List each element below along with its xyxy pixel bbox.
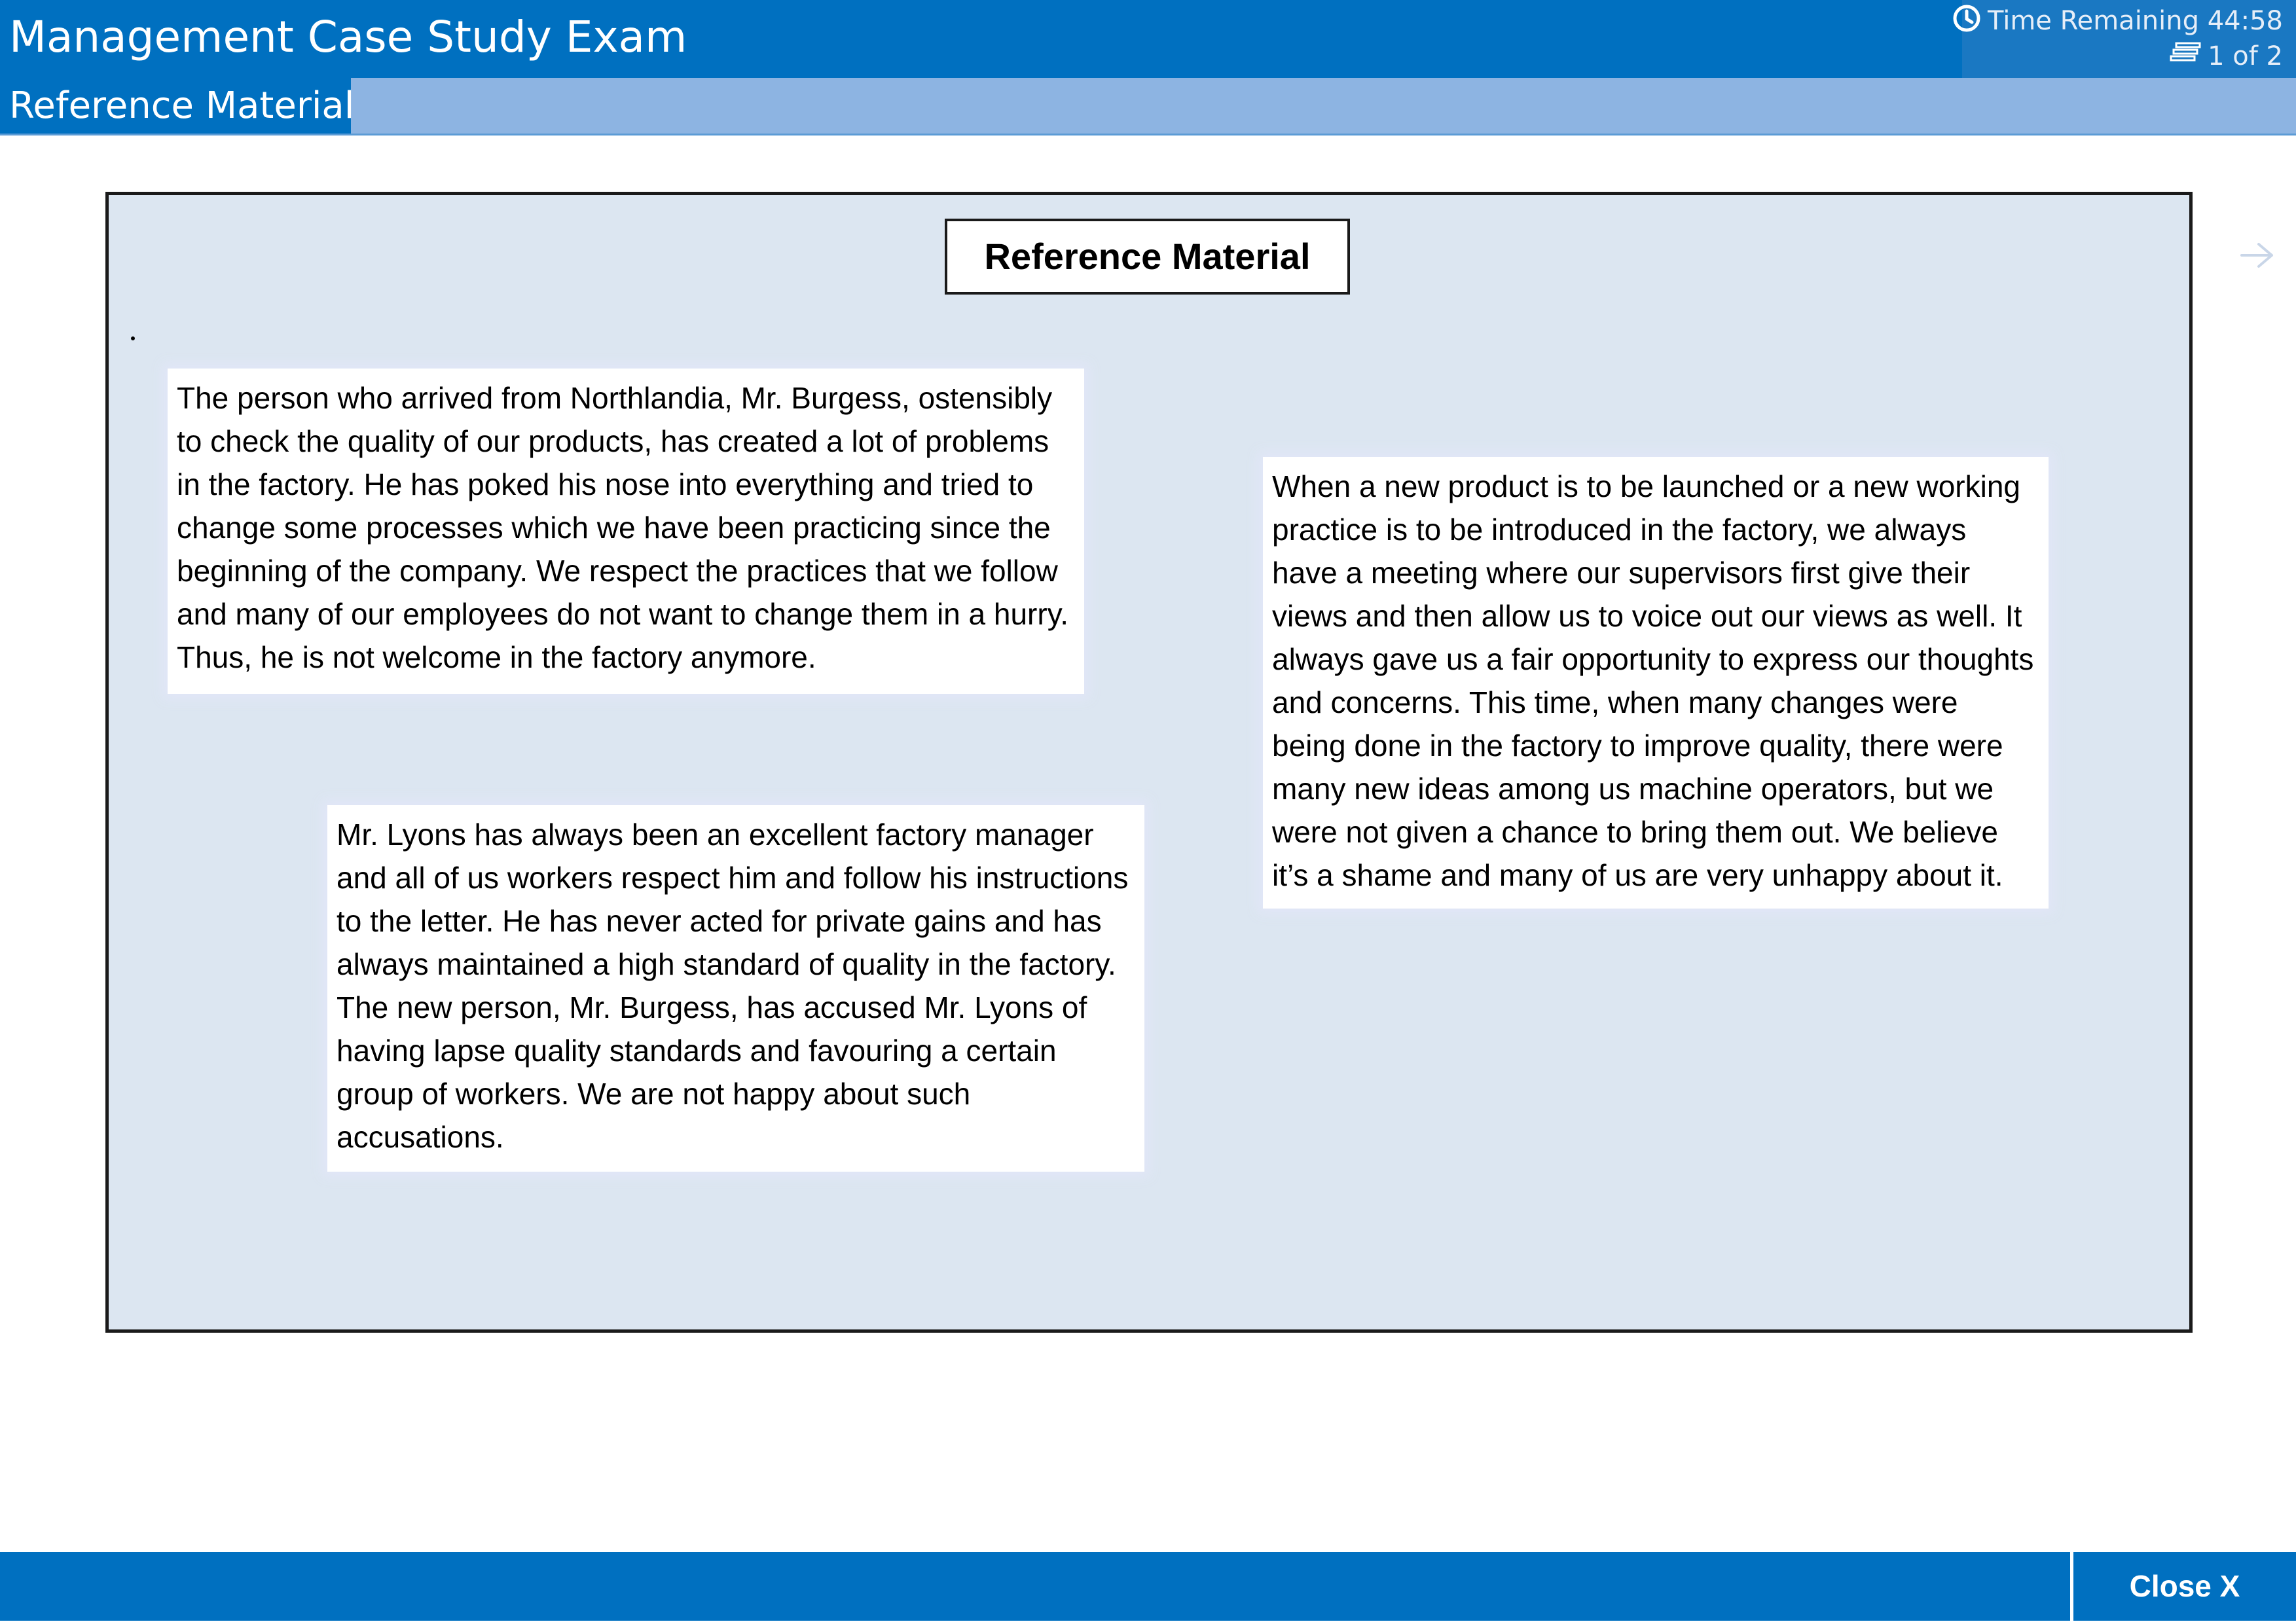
exam-status-box: Time Remaining 44:58 1 of 2 (1953, 0, 2296, 78)
next-arrow-icon[interactable] (2238, 239, 2277, 272)
app-title: Management Case Study Exam (9, 12, 687, 62)
panel-heading: Reference Material (945, 219, 1350, 295)
section-bar: Reference Material (0, 78, 2296, 135)
reference-card-burgess: The person who arrived from Northlandia,… (168, 369, 1084, 694)
reference-card-meetings: When a new product is to be launched or … (1263, 457, 2049, 909)
page-indicator: 1 of 2 (2168, 41, 2283, 71)
footer-bar: Close X (0, 1552, 2296, 1621)
tab-reference-material[interactable]: Reference Material (0, 78, 354, 134)
reference-panel: Reference Material The person who arrive… (105, 192, 2193, 1333)
time-remaining-text: Time Remaining 44:58 (1988, 5, 2283, 36)
reference-card-lyons: Mr. Lyons has always been an excellent f… (327, 805, 1144, 1172)
page-indicator-text: 1 of 2 (2208, 41, 2283, 71)
page-stack-icon (2168, 41, 2208, 71)
close-button[interactable]: Close X (2070, 1552, 2296, 1621)
stray-dot (131, 336, 135, 340)
clock-icon (1952, 4, 1988, 37)
title-bar: Management Case Study Exam Time Remainin… (0, 0, 2296, 78)
time-remaining: Time Remaining 44:58 (1952, 4, 2283, 37)
